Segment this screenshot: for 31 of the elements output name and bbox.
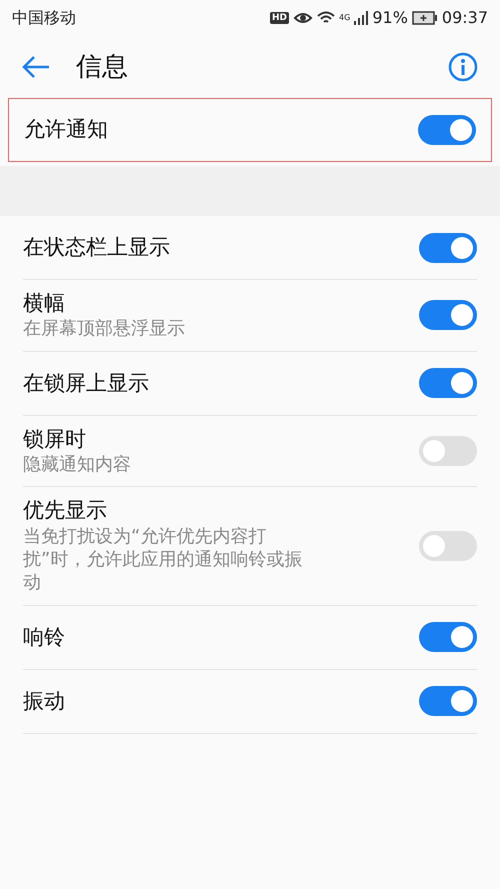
toggle-switch[interactable] bbox=[419, 686, 477, 716]
eye-icon bbox=[293, 11, 314, 25]
setting-label: 允许通知 bbox=[24, 116, 108, 144]
clock-time: 09:37 bbox=[442, 7, 488, 29]
toggle-switch[interactable] bbox=[419, 232, 477, 262]
wifi-icon bbox=[317, 11, 336, 25]
page-title: 信息 bbox=[76, 50, 128, 84]
back-arrow-icon[interactable] bbox=[22, 55, 50, 79]
battery-percent: 91% bbox=[372, 7, 408, 29]
setting-label: 响铃 bbox=[23, 624, 66, 651]
setting-description: 当免打扰设为“允许优先内容打扰”时，允许此应用的通知响铃或振动 bbox=[23, 524, 304, 595]
signal-icon bbox=[354, 11, 368, 25]
setting-label: 锁屏时 bbox=[23, 426, 87, 453]
toggle-switch[interactable] bbox=[419, 436, 477, 466]
carrier-name: 中国移动 bbox=[12, 7, 76, 29]
toggle-switch[interactable] bbox=[419, 531, 477, 562]
setting-label: 在锁屏上显示 bbox=[23, 370, 150, 397]
toggle-switch[interactable] bbox=[418, 115, 476, 145]
setting-description: 在屏幕顶部悬浮显示 bbox=[23, 317, 186, 341]
setting-label: 振动 bbox=[23, 688, 66, 715]
network-type: 4G bbox=[339, 12, 350, 24]
toggle-switch[interactable] bbox=[419, 300, 477, 330]
toggle-switch[interactable] bbox=[419, 622, 477, 652]
toggle-switch[interactable] bbox=[419, 368, 477, 398]
battery-icon bbox=[412, 11, 438, 25]
setting-description: 隐藏通知内容 bbox=[23, 452, 132, 476]
setting-label: 优先显示 bbox=[23, 497, 108, 524]
setting-label: 横幅 bbox=[23, 290, 66, 317]
info-icon[interactable] bbox=[448, 52, 478, 82]
setting-label: 在状态栏上显示 bbox=[23, 234, 171, 261]
hd-badge: HD bbox=[270, 12, 290, 24]
